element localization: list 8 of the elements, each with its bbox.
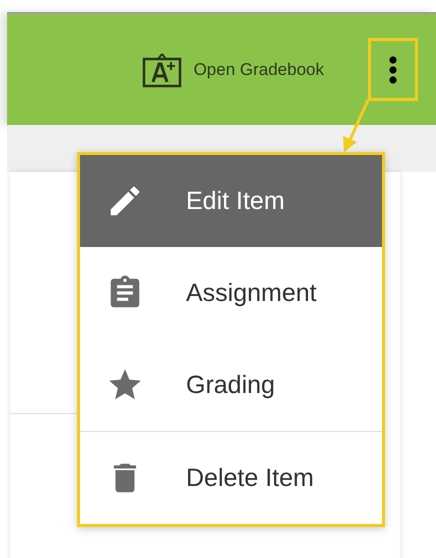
menu-item[interactable]: Grading [80,339,382,431]
vertical-dots-icon [388,54,398,84]
menu-item[interactable]: Edit Item [80,155,382,247]
menu-item[interactable]: Assignment [80,247,382,339]
more-options-button[interactable] [368,38,418,101]
menu-item[interactable]: Delete Item [80,431,382,524]
open-gradebook-button[interactable]: Open Gradebook [142,52,324,88]
grade-board-icon [142,52,182,88]
